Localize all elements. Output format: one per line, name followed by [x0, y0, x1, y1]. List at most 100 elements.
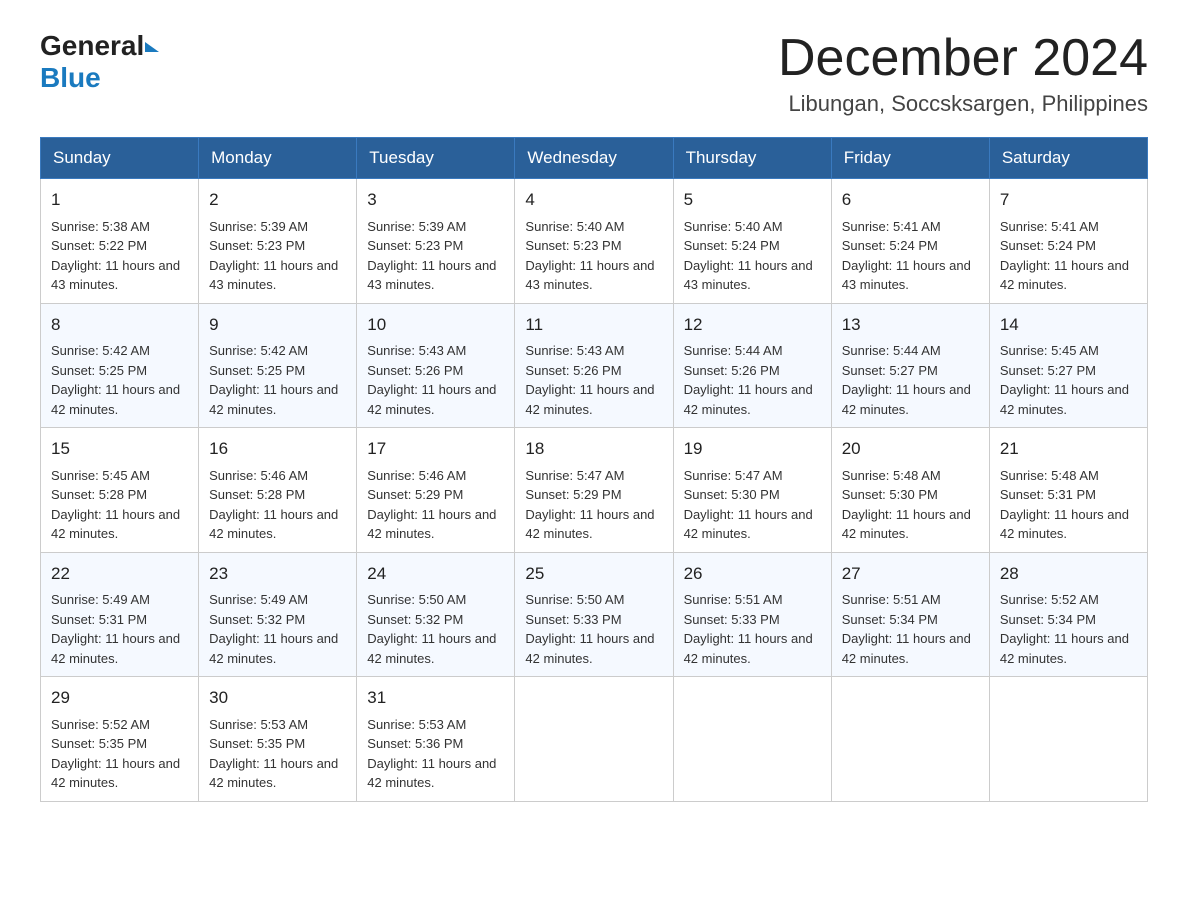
day-info: Sunrise: 5:46 AMSunset: 5:28 PMDaylight:…: [209, 468, 338, 542]
calendar-cell: 29 Sunrise: 5:52 AMSunset: 5:35 PMDaylig…: [41, 677, 199, 802]
col-header-monday: Monday: [199, 138, 357, 179]
day-info: Sunrise: 5:52 AMSunset: 5:35 PMDaylight:…: [51, 717, 180, 791]
day-info: Sunrise: 5:49 AMSunset: 5:31 PMDaylight:…: [51, 592, 180, 666]
title-section: December 2024 Libungan, Soccsksargen, Ph…: [778, 30, 1148, 117]
day-info: Sunrise: 5:52 AMSunset: 5:34 PMDaylight:…: [1000, 592, 1129, 666]
calendar-cell: [989, 677, 1147, 802]
day-info: Sunrise: 5:46 AMSunset: 5:29 PMDaylight:…: [367, 468, 496, 542]
calendar-cell: 10 Sunrise: 5:43 AMSunset: 5:26 PMDaylig…: [357, 303, 515, 428]
calendar-cell: 28 Sunrise: 5:52 AMSunset: 5:34 PMDaylig…: [989, 552, 1147, 677]
calendar-cell: [831, 677, 989, 802]
day-info: Sunrise: 5:48 AMSunset: 5:31 PMDaylight:…: [1000, 468, 1129, 542]
day-info: Sunrise: 5:43 AMSunset: 5:26 PMDaylight:…: [367, 343, 496, 417]
day-number: 19: [684, 436, 821, 462]
day-number: 2: [209, 187, 346, 213]
calendar-cell: 19 Sunrise: 5:47 AMSunset: 5:30 PMDaylig…: [673, 428, 831, 553]
day-info: Sunrise: 5:53 AMSunset: 5:36 PMDaylight:…: [367, 717, 496, 791]
day-info: Sunrise: 5:47 AMSunset: 5:30 PMDaylight:…: [684, 468, 813, 542]
day-number: 4: [525, 187, 662, 213]
day-number: 25: [525, 561, 662, 587]
calendar-cell: 16 Sunrise: 5:46 AMSunset: 5:28 PMDaylig…: [199, 428, 357, 553]
calendar-cell: 8 Sunrise: 5:42 AMSunset: 5:25 PMDayligh…: [41, 303, 199, 428]
day-info: Sunrise: 5:42 AMSunset: 5:25 PMDaylight:…: [51, 343, 180, 417]
day-info: Sunrise: 5:53 AMSunset: 5:35 PMDaylight:…: [209, 717, 338, 791]
day-number: 28: [1000, 561, 1137, 587]
col-header-saturday: Saturday: [989, 138, 1147, 179]
day-number: 27: [842, 561, 979, 587]
day-number: 26: [684, 561, 821, 587]
calendar-cell: 30 Sunrise: 5:53 AMSunset: 5:35 PMDaylig…: [199, 677, 357, 802]
day-number: 24: [367, 561, 504, 587]
calendar-week-row: 1 Sunrise: 5:38 AMSunset: 5:22 PMDayligh…: [41, 179, 1148, 304]
calendar-cell: 1 Sunrise: 5:38 AMSunset: 5:22 PMDayligh…: [41, 179, 199, 304]
calendar-week-row: 29 Sunrise: 5:52 AMSunset: 5:35 PMDaylig…: [41, 677, 1148, 802]
day-info: Sunrise: 5:51 AMSunset: 5:34 PMDaylight:…: [842, 592, 971, 666]
day-info: Sunrise: 5:48 AMSunset: 5:30 PMDaylight:…: [842, 468, 971, 542]
logo: General Blue: [40, 30, 159, 94]
col-header-friday: Friday: [831, 138, 989, 179]
calendar-cell: 17 Sunrise: 5:46 AMSunset: 5:29 PMDaylig…: [357, 428, 515, 553]
day-info: Sunrise: 5:49 AMSunset: 5:32 PMDaylight:…: [209, 592, 338, 666]
calendar-cell: 21 Sunrise: 5:48 AMSunset: 5:31 PMDaylig…: [989, 428, 1147, 553]
location-subtitle: Libungan, Soccsksargen, Philippines: [778, 91, 1148, 117]
day-number: 5: [684, 187, 821, 213]
day-number: 12: [684, 312, 821, 338]
day-info: Sunrise: 5:45 AMSunset: 5:27 PMDaylight:…: [1000, 343, 1129, 417]
calendar-cell: [673, 677, 831, 802]
calendar-week-row: 15 Sunrise: 5:45 AMSunset: 5:28 PMDaylig…: [41, 428, 1148, 553]
day-number: 18: [525, 436, 662, 462]
day-number: 30: [209, 685, 346, 711]
day-info: Sunrise: 5:44 AMSunset: 5:27 PMDaylight:…: [842, 343, 971, 417]
calendar-cell: 6 Sunrise: 5:41 AMSunset: 5:24 PMDayligh…: [831, 179, 989, 304]
day-info: Sunrise: 5:42 AMSunset: 5:25 PMDaylight:…: [209, 343, 338, 417]
day-info: Sunrise: 5:45 AMSunset: 5:28 PMDaylight:…: [51, 468, 180, 542]
day-number: 31: [367, 685, 504, 711]
calendar-header-row: SundayMondayTuesdayWednesdayThursdayFrid…: [41, 138, 1148, 179]
day-info: Sunrise: 5:41 AMSunset: 5:24 PMDaylight:…: [1000, 219, 1129, 293]
day-number: 15: [51, 436, 188, 462]
day-number: 1: [51, 187, 188, 213]
day-info: Sunrise: 5:50 AMSunset: 5:33 PMDaylight:…: [525, 592, 654, 666]
calendar-cell: 2 Sunrise: 5:39 AMSunset: 5:23 PMDayligh…: [199, 179, 357, 304]
logo-blue-text: Blue: [40, 62, 101, 94]
calendar-cell: 31 Sunrise: 5:53 AMSunset: 5:36 PMDaylig…: [357, 677, 515, 802]
day-info: Sunrise: 5:38 AMSunset: 5:22 PMDaylight:…: [51, 219, 180, 293]
calendar-cell: 26 Sunrise: 5:51 AMSunset: 5:33 PMDaylig…: [673, 552, 831, 677]
calendar-cell: 20 Sunrise: 5:48 AMSunset: 5:30 PMDaylig…: [831, 428, 989, 553]
day-number: 11: [525, 312, 662, 338]
calendar-cell: 23 Sunrise: 5:49 AMSunset: 5:32 PMDaylig…: [199, 552, 357, 677]
month-title: December 2024: [778, 30, 1148, 87]
day-number: 29: [51, 685, 188, 711]
calendar-cell: 4 Sunrise: 5:40 AMSunset: 5:23 PMDayligh…: [515, 179, 673, 304]
day-info: Sunrise: 5:44 AMSunset: 5:26 PMDaylight:…: [684, 343, 813, 417]
calendar-cell: 25 Sunrise: 5:50 AMSunset: 5:33 PMDaylig…: [515, 552, 673, 677]
day-number: 13: [842, 312, 979, 338]
day-info: Sunrise: 5:47 AMSunset: 5:29 PMDaylight:…: [525, 468, 654, 542]
calendar-cell: 14 Sunrise: 5:45 AMSunset: 5:27 PMDaylig…: [989, 303, 1147, 428]
col-header-wednesday: Wednesday: [515, 138, 673, 179]
col-header-thursday: Thursday: [673, 138, 831, 179]
calendar-cell: 18 Sunrise: 5:47 AMSunset: 5:29 PMDaylig…: [515, 428, 673, 553]
calendar-cell: [515, 677, 673, 802]
calendar-cell: 5 Sunrise: 5:40 AMSunset: 5:24 PMDayligh…: [673, 179, 831, 304]
day-number: 10: [367, 312, 504, 338]
day-number: 23: [209, 561, 346, 587]
calendar-cell: 27 Sunrise: 5:51 AMSunset: 5:34 PMDaylig…: [831, 552, 989, 677]
day-info: Sunrise: 5:50 AMSunset: 5:32 PMDaylight:…: [367, 592, 496, 666]
day-number: 20: [842, 436, 979, 462]
calendar-cell: 9 Sunrise: 5:42 AMSunset: 5:25 PMDayligh…: [199, 303, 357, 428]
day-number: 8: [51, 312, 188, 338]
calendar-week-row: 8 Sunrise: 5:42 AMSunset: 5:25 PMDayligh…: [41, 303, 1148, 428]
day-info: Sunrise: 5:40 AMSunset: 5:23 PMDaylight:…: [525, 219, 654, 293]
col-header-sunday: Sunday: [41, 138, 199, 179]
day-info: Sunrise: 5:39 AMSunset: 5:23 PMDaylight:…: [367, 219, 496, 293]
day-info: Sunrise: 5:51 AMSunset: 5:33 PMDaylight:…: [684, 592, 813, 666]
logo-arrow-icon: [145, 42, 159, 52]
calendar-cell: 15 Sunrise: 5:45 AMSunset: 5:28 PMDaylig…: [41, 428, 199, 553]
day-number: 17: [367, 436, 504, 462]
calendar-cell: 3 Sunrise: 5:39 AMSunset: 5:23 PMDayligh…: [357, 179, 515, 304]
day-info: Sunrise: 5:39 AMSunset: 5:23 PMDaylight:…: [209, 219, 338, 293]
day-number: 14: [1000, 312, 1137, 338]
day-number: 9: [209, 312, 346, 338]
day-info: Sunrise: 5:41 AMSunset: 5:24 PMDaylight:…: [842, 219, 971, 293]
